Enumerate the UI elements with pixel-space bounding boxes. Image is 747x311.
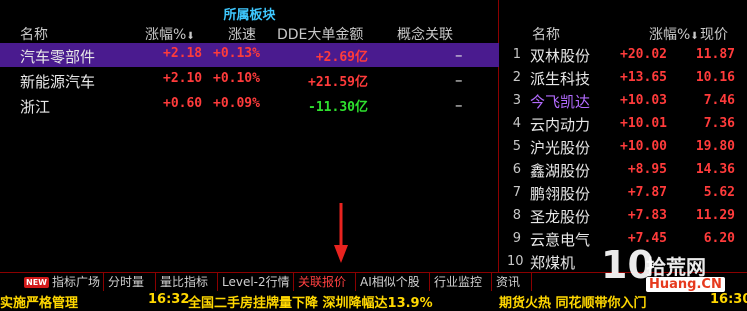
sector-dde: +2.69亿 xyxy=(315,50,368,65)
sector-speed: +0.09% xyxy=(213,96,260,111)
constituent-row[interactable]: 3 今飞凯达 +10.03 7.46 xyxy=(499,90,747,113)
right-header-change-label: 涨幅% xyxy=(649,27,691,43)
stock-price: 10.16 xyxy=(695,70,735,85)
constituent-row[interactable]: 7 鹏翎股份 +7.87 5.62 xyxy=(499,182,747,205)
stock-name: 云内动力 xyxy=(530,116,591,134)
row-index: 10 xyxy=(507,254,524,269)
ticker-headline[interactable]: 全国二手房挂牌量下降 深圳降幅达13.9% xyxy=(188,292,433,311)
stock-name: 派生科技 xyxy=(530,70,591,88)
sector-change: +2.10 xyxy=(163,71,203,86)
stock-price: 7.36 xyxy=(703,116,735,131)
sector-row[interactable]: 浙江 +0.60 +0.09% -11.30亿 – xyxy=(0,93,499,117)
constituent-row[interactable]: 5 沪光股份 +10.00 19.80 xyxy=(499,136,747,159)
row-index: 5 xyxy=(512,139,521,154)
stock-change: +10.01 xyxy=(620,116,667,131)
tab-industry-monitor[interactable]: 行业监控 xyxy=(430,273,492,291)
stock-name: 沪光股份 xyxy=(530,139,591,157)
sort-down-icon: ⬇ xyxy=(690,31,699,42)
tab-related-quotes[interactable]: 关联报价 xyxy=(294,273,356,291)
stock-change: +10.03 xyxy=(620,93,667,108)
tab-volume-ratio[interactable]: 量比指标 xyxy=(156,273,218,291)
row-index: 7 xyxy=(512,185,521,200)
stock-price: 14.36 xyxy=(695,162,735,177)
header-speed[interactable]: 涨速 xyxy=(228,24,256,44)
constituent-row[interactable]: 8 圣龙股份 +7.83 11.29 xyxy=(499,205,747,228)
stock-change: +10.00 xyxy=(620,139,667,154)
sector-panel: 所属板块 名称 涨幅%⬇ 涨速 DDE大单金额 概念关联 汽车零部件 +2.18… xyxy=(0,0,499,272)
header-concept[interactable]: 概念关联 xyxy=(397,24,453,44)
sector-change: +2.18 xyxy=(163,46,203,61)
watermark-name: 拾荒网 xyxy=(646,255,706,279)
constituent-row[interactable]: 6 鑫湖股份 +8.95 14.36 xyxy=(499,159,747,182)
right-header-change[interactable]: 涨幅%⬇ xyxy=(649,24,699,44)
stock-name: 郑煤机 xyxy=(530,254,576,272)
stock-change: +13.65 xyxy=(620,70,667,85)
constituent-panel: 名称 涨幅%⬇ 现价 1 双林股份 +20.02 11.87 2 派生科技 +13.65 10… xyxy=(499,0,747,272)
tab-ai-similar[interactable]: AI相似个股 xyxy=(356,273,430,291)
sector-concept: – xyxy=(455,71,463,89)
panel-title: 所属板块 xyxy=(223,8,276,23)
stock-change: +7.83 xyxy=(627,208,667,223)
header-dde[interactable]: DDE大单金额 xyxy=(277,24,363,44)
stock-app: 所属板块 名称 涨幅%⬇ 涨速 DDE大单金额 概念关联 汽车零部件 +2.18… xyxy=(0,0,747,311)
stock-price: 11.29 xyxy=(695,208,735,223)
row-index: 8 xyxy=(512,208,521,223)
tab-label: 指标广场 xyxy=(51,275,100,289)
row-index: 9 xyxy=(512,231,521,246)
stock-name: 云意电气 xyxy=(530,231,591,249)
stock-price: 19.80 xyxy=(695,139,735,154)
ticker-time: 16:32 xyxy=(148,292,190,307)
stock-name: 圣龙股份 xyxy=(530,208,591,226)
sector-row[interactable]: 汽车零部件 +2.18 +0.13% +2.69亿 – xyxy=(0,43,499,67)
stock-price: 5.62 xyxy=(703,185,735,200)
new-badge: NEW xyxy=(24,277,49,288)
stock-name: 双林股份 xyxy=(530,47,591,65)
header-name[interactable]: 名称 xyxy=(20,24,48,44)
constituent-row[interactable]: 2 派生科技 +13.65 10.16 xyxy=(499,67,747,90)
sort-down-icon: ⬇ xyxy=(186,31,195,42)
header-change-label: 涨幅% xyxy=(145,27,187,43)
constituent-row[interactable]: 4 云内动力 +10.01 7.36 xyxy=(499,113,747,136)
stock-name: 鑫湖股份 xyxy=(530,162,591,180)
sector-dde: -11.30亿 xyxy=(308,100,368,115)
sector-speed: +0.10% xyxy=(213,71,260,86)
sector-name: 汽车零部件 xyxy=(20,48,96,66)
stock-price: 11.87 xyxy=(695,47,735,62)
row-index: 3 xyxy=(512,93,521,108)
stock-change: +7.87 xyxy=(627,185,667,200)
stock-change: +8.95 xyxy=(627,162,667,177)
tab-level2[interactable]: Level-2行情 xyxy=(218,273,294,291)
row-index: 4 xyxy=(512,116,521,131)
sector-row[interactable]: 新能源汽车 +2.10 +0.10% +21.59亿 – xyxy=(0,68,499,92)
sector-table-header: 名称 涨幅%⬇ 涨速 DDE大单金额 概念关联 xyxy=(0,22,499,44)
sector-speed: +0.13% xyxy=(213,46,260,61)
row-index: 6 xyxy=(512,162,521,177)
stock-change: +20.02 xyxy=(620,47,667,62)
sector-concept: – xyxy=(455,96,463,114)
tab-news[interactable]: 资讯 xyxy=(492,273,532,291)
sector-name: 浙江 xyxy=(20,98,51,116)
tab-volume[interactable]: 分时量 xyxy=(104,273,156,291)
stock-name: 今飞凯达 xyxy=(530,93,591,111)
row-index: 1 xyxy=(512,47,521,62)
stock-name: 鹏翎股份 xyxy=(530,185,591,203)
site-watermark-logo: 10 拾荒网 Huang.CN xyxy=(601,243,747,301)
sector-name: 新能源汽车 xyxy=(20,73,96,91)
right-header-name[interactable]: 名称 xyxy=(532,24,560,44)
row-index: 2 xyxy=(512,70,521,85)
constituent-row[interactable]: 1 双林股份 +20.02 11.87 xyxy=(499,44,747,67)
sector-concept: – xyxy=(455,46,463,64)
ticker-fragment-left: 实施严格管理 xyxy=(0,296,79,311)
watermark-url: Huang.CN xyxy=(646,277,725,292)
sector-dde: +21.59亿 xyxy=(308,75,368,90)
header-change[interactable]: 涨幅%⬇ xyxy=(145,24,195,44)
tab-indicator-plaza[interactable]: NEW 指标广场 xyxy=(20,273,104,291)
stock-price: 7.46 xyxy=(703,93,735,108)
down-arrow-icon xyxy=(334,203,348,263)
right-header-price[interactable]: 现价 xyxy=(700,24,728,44)
sector-change: +0.60 xyxy=(163,96,203,111)
